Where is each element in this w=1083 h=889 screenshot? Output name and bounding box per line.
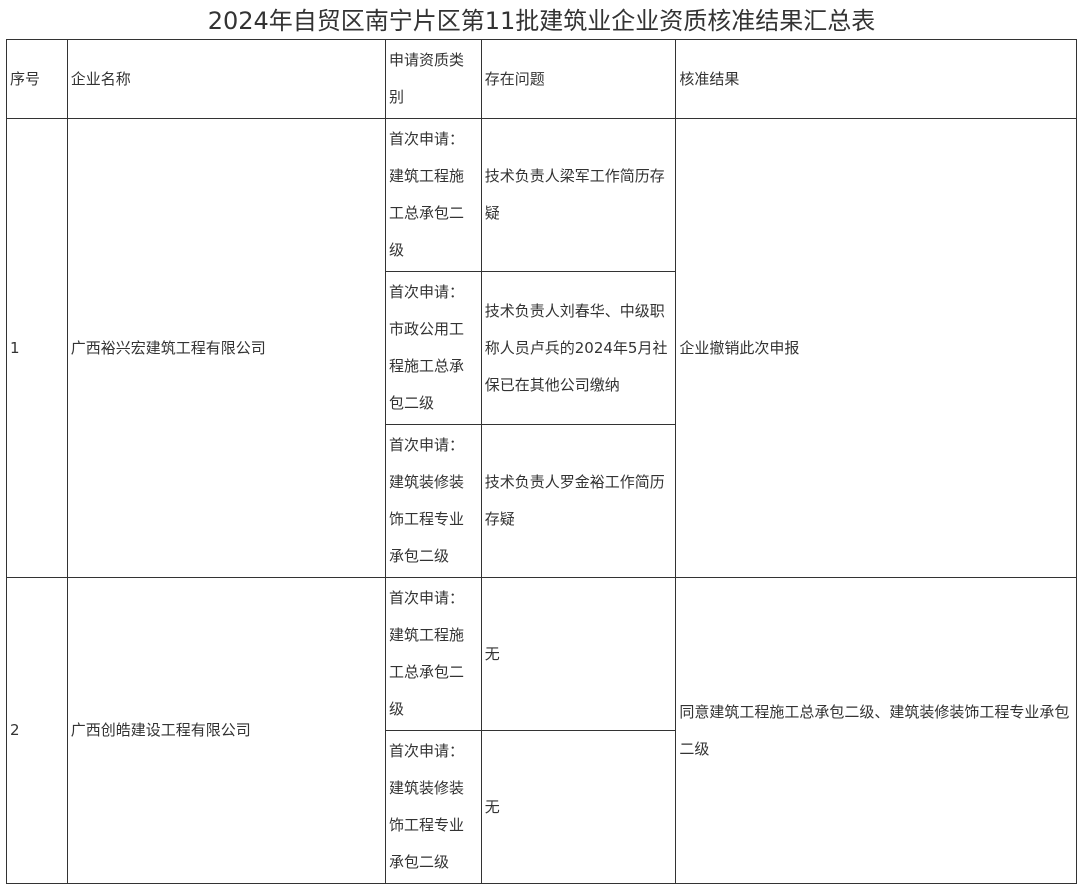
header-type: 申请资质类别 <box>384 39 482 119</box>
cell-company-name: 广西裕兴宏建筑工程有限公司 <box>66 118 386 578</box>
cell-issue: 技术负责人罗金裕工作简历存疑 <box>480 424 677 578</box>
cell-issue: 技术负责人梁军工作简历存疑 <box>480 118 677 272</box>
table-row: 1 广西裕兴宏建筑工程有限公司 首次申请：建筑工程施工总承包二级 技术负责人梁军… <box>6 118 1077 578</box>
cell-result: 同意建筑工程施工总承包二级、建筑装修装饰工程专业承包二级 <box>675 577 1077 884</box>
cell-issue: 无 <box>480 730 677 884</box>
cell-issue: 技术负责人刘春华、中级职称人员卢兵的2024年5月社保已在其他公司缴纳 <box>480 271 677 425</box>
header-result: 核准结果 <box>675 39 1077 119</box>
cell-seq: 1 <box>6 118 68 578</box>
header-company: 企业名称 <box>66 39 386 119</box>
result-table: 序号 企业名称 申请资质类别 存在问题 核准结果 1 广西裕兴宏建筑工程有限公司… <box>6 39 1077 884</box>
cell-qualification-type: 首次申请：建筑工程施工总承包二级 <box>384 577 482 731</box>
cell-result: 企业撤销此次申报 <box>675 118 1077 578</box>
cell-company-name: 广西创皓建设工程有限公司 <box>66 577 386 884</box>
cell-seq: 2 <box>6 577 68 884</box>
cell-qualification-type: 首次申请：建筑装修装饰工程专业承包二级 <box>384 424 482 578</box>
cell-qualification-type: 首次申请：建筑工程施工总承包二级 <box>384 118 482 272</box>
header-seq: 序号 <box>6 39 68 119</box>
table-header-row: 序号 企业名称 申请资质类别 存在问题 核准结果 <box>6 39 1077 119</box>
header-issue: 存在问题 <box>480 39 677 119</box>
cell-issue: 无 <box>480 577 677 731</box>
page-title: 2024年自贸区南宁片区第11批建筑业企业资质核准结果汇总表 <box>207 7 876 35</box>
cell-qualification-type: 首次申请：建筑装修装饰工程专业承包二级 <box>384 730 482 884</box>
cell-qualification-type: 首次申请：市政公用工程施工总承包二级 <box>384 271 482 425</box>
table-row: 2 广西创皓建设工程有限公司 首次申请：建筑工程施工总承包二级 无 同意建筑工程… <box>6 577 1077 884</box>
